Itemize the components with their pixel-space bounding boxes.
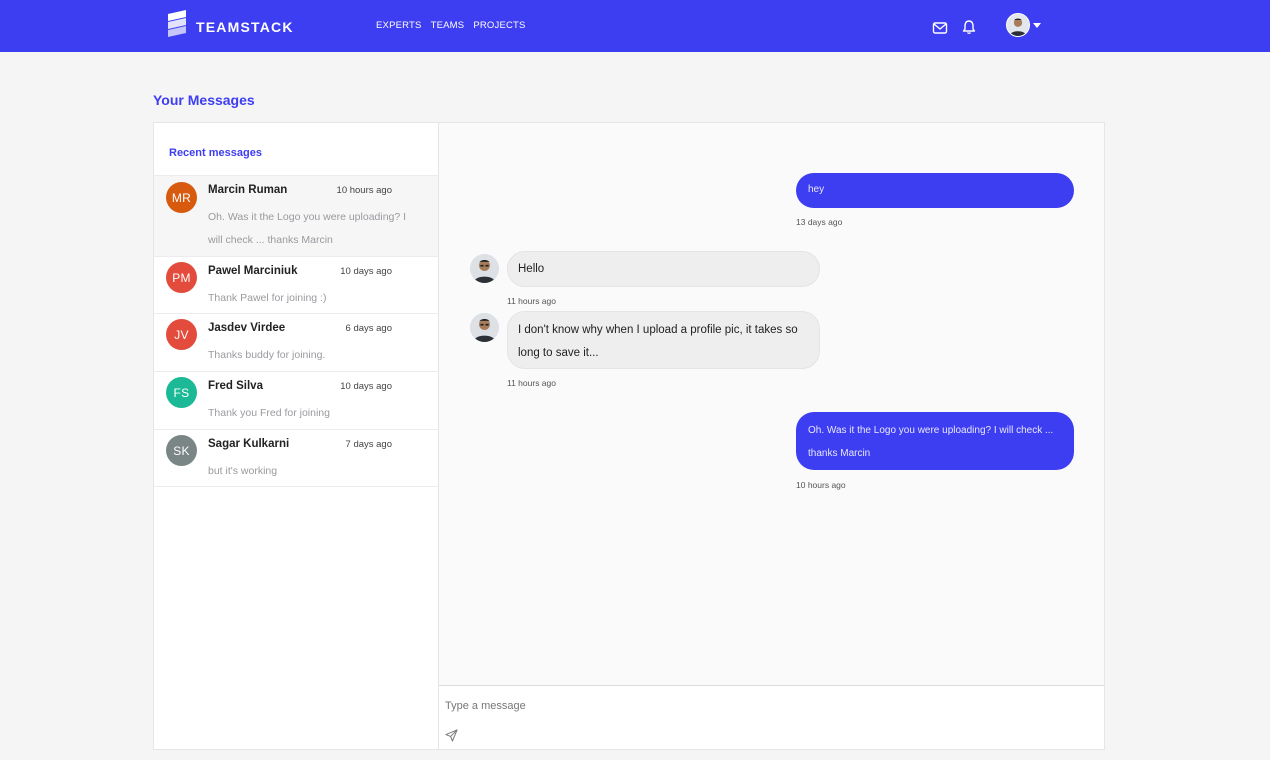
chevron-down-icon	[1033, 22, 1041, 28]
message-input[interactable]	[445, 694, 1085, 718]
message-bubble-outgoing: Oh. Was it the Logo you were uploading? …	[796, 412, 1074, 470]
conversation-item[interactable]: MR Marcin Ruman 10 hours ago Oh. Was it …	[154, 176, 438, 257]
user-avatar	[1006, 13, 1030, 37]
page-title: Your Messages	[153, 92, 255, 108]
conversation-time: 10 days ago	[340, 381, 392, 392]
conversation-time: 10 hours ago	[336, 185, 392, 196]
conversation-preview: Thanks buddy for joining.	[208, 349, 326, 361]
message-time: 13 days ago	[796, 217, 843, 227]
conversation-name: Fred Silva	[208, 380, 263, 392]
nav-actions	[932, 13, 1041, 37]
conversation-item[interactable]: FS Fred Silva 10 days ago Thank you Fred…	[154, 372, 438, 430]
message-bubble-incoming: I don't know why when I upload a profile…	[507, 311, 820, 369]
conversation-item[interactable]: JV Jasdev Virdee 6 days ago Thanks buddy…	[154, 314, 438, 372]
sidebar-header: Recent messages	[154, 123, 438, 176]
conversation-item[interactable]: SK Sagar Kulkarni 7 days ago but it's wo…	[154, 430, 438, 487]
message-time: 10 hours ago	[796, 480, 846, 490]
message-bubble-outgoing: hey	[796, 173, 1074, 208]
avatar: SK	[166, 435, 197, 466]
message-composer	[439, 685, 1104, 749]
conversation-time: 10 days ago	[340, 266, 392, 277]
conversation-time: 7 days ago	[345, 439, 392, 450]
nav-experts[interactable]: EXPERTS	[376, 20, 422, 31]
logo-icon	[165, 10, 189, 42]
avatar: MR	[166, 182, 197, 213]
nav-links: EXPERTS TEAMS PROJECTS	[376, 20, 535, 31]
nav-projects[interactable]: PROJECTS	[473, 20, 525, 31]
mail-icon[interactable]	[932, 20, 948, 36]
recent-messages-heading: Recent messages	[169, 147, 262, 159]
conversation-preview: Thank you Fred for joining	[208, 407, 330, 419]
message-time: 11 hours ago	[507, 378, 556, 388]
nav-teams[interactable]: TEAMS	[431, 20, 465, 31]
top-navbar: TEAMSTACK EXPERTS TEAMS PROJECTS	[0, 0, 1270, 52]
sender-avatar	[470, 254, 499, 283]
conversation-item[interactable]: PM Pawel Marciniuk 10 days ago Thank Paw…	[154, 257, 438, 314]
brand-name: TEAMSTACK	[196, 19, 294, 35]
conversation-preview: Oh. Was it the Logo you were uploading? …	[208, 211, 407, 246]
avatar: FS	[166, 377, 197, 408]
conversation-sidebar: Recent messages MR Marcin Ruman 10 hours…	[154, 123, 439, 749]
sender-avatar	[470, 313, 499, 342]
messages-panel: Recent messages MR Marcin Ruman 10 hours…	[153, 122, 1105, 750]
message-time: 11 hours ago	[507, 296, 556, 306]
send-icon[interactable]	[445, 729, 458, 742]
conversation-name: Sagar Kulkarni	[208, 438, 290, 450]
conversation-time: 6 days ago	[345, 323, 392, 334]
conversation-name: Pawel Marciniuk	[208, 265, 298, 277]
avatar: JV	[166, 319, 197, 350]
conversation-preview: but it's working	[208, 465, 278, 477]
conversation-preview: Thank Pawel for joining :)	[208, 292, 327, 304]
conversation-name: Jasdev Virdee	[208, 322, 286, 334]
message-bubble-incoming: Hello	[507, 251, 820, 287]
brand[interactable]: TEAMSTACK	[165, 10, 294, 42]
chat-thread: hey 13 days ago Hello 11 hours ago I don…	[439, 123, 1104, 749]
bell-icon[interactable]	[961, 19, 977, 35]
conversation-name: Marcin Ruman	[208, 184, 288, 196]
avatar: PM	[166, 262, 197, 293]
user-menu[interactable]	[1006, 13, 1041, 37]
